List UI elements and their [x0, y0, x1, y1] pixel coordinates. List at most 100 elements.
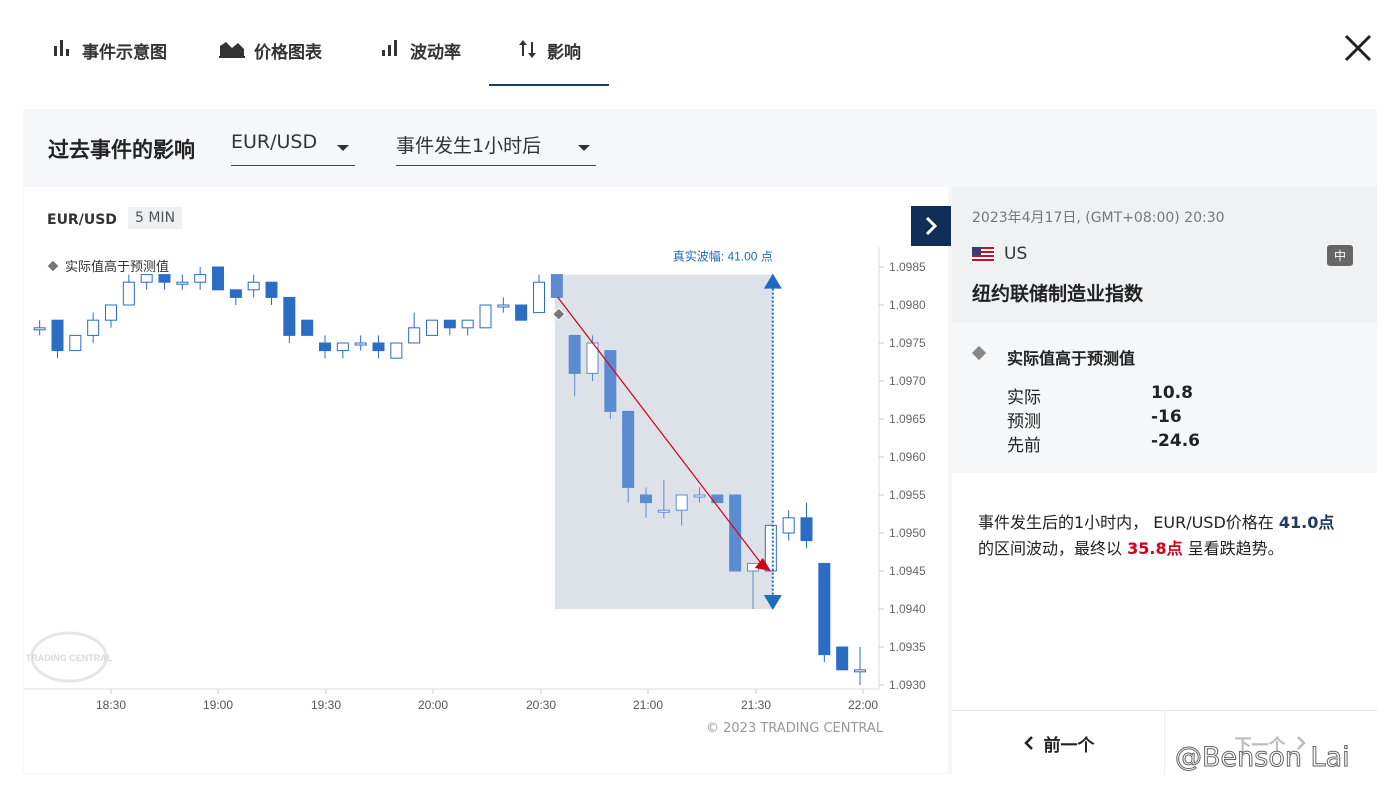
candle-body [764, 524, 777, 572]
event-country: US [1004, 244, 1028, 264]
previous-label: 先前 [1007, 436, 1041, 456]
chevron-right-icon [925, 216, 938, 236]
candle-body [479, 304, 492, 329]
move-points: 35.8点 [1127, 539, 1183, 558]
candle-body [693, 494, 706, 498]
tab-label: 价格图表 [254, 43, 322, 63]
diamond-icon [971, 345, 987, 361]
tab-price-chart[interactable]: 价格图表 [218, 38, 322, 84]
toggle-sidebar-button[interactable] [911, 206, 951, 246]
x-tick-label: 20:30 [526, 698, 556, 712]
y-tick-label: 1.0980 [889, 298, 926, 312]
candle-body [212, 266, 224, 291]
logo-text: TRADING CENTRAL [26, 653, 113, 663]
copyright-text: © 2023 TRADING CENTRAL [706, 721, 884, 736]
y-tick-label: 1.0950 [889, 526, 926, 540]
legend-label: 实际值高于预测值 [65, 259, 169, 275]
event-datetime: 2023年4月17日, (GMT+08:00) 20:30 [972, 210, 1225, 226]
time-select-value: 事件发生1小时后 [396, 135, 542, 157]
y-tick-label: 1.0940 [889, 602, 926, 616]
candle-body [283, 296, 296, 336]
candle-body [622, 410, 635, 488]
x-tick-label: 21:00 [633, 698, 663, 712]
candle-body [194, 274, 207, 283]
candle-body [800, 517, 813, 542]
desc-part: 事件发生后的1小时内， EUR/USD价格在 [978, 513, 1279, 532]
y-tick-label: 1.0930 [889, 678, 926, 692]
candle-body [87, 319, 100, 336]
x-tick-label: 21:30 [741, 698, 771, 712]
candle-body [515, 304, 528, 321]
candle-body [729, 494, 742, 572]
candle-body [443, 319, 456, 329]
event-details: 2023年4月17日, (GMT+08:00) 20:30 US 中 纽约联储制… [952, 187, 1377, 775]
candle-body [836, 646, 849, 671]
event-name: 纽约联储制造业指数 [972, 283, 1144, 305]
actual-label: 实际 [1007, 388, 1041, 408]
candle-body [640, 494, 652, 504]
candle-body [247, 281, 260, 291]
chevron-left-icon [1023, 736, 1033, 750]
candle-body [354, 342, 367, 346]
y-tick-label: 1.0965 [889, 412, 926, 426]
impact-panel: 过去事件的影响 EUR/USD 事件发生1小时后 EUR/USD 5 MIN 1… [23, 109, 1377, 775]
candle-body [33, 327, 46, 331]
close-icon[interactable] [1340, 30, 1376, 66]
impact-description: 事件发生后的1小时内， EUR/USD价格在 41.0点 的区间波动，最终以 35… [978, 510, 1363, 562]
previous-button[interactable]: 前一个 [952, 711, 1165, 775]
tab-label: 波动率 [410, 43, 461, 63]
x-tick-label: 19:00 [203, 698, 233, 712]
candle-body [657, 509, 670, 513]
bar-chart-icon [54, 40, 69, 56]
y-tick-label: 1.0955 [889, 488, 926, 502]
y-tick-label: 1.0935 [889, 640, 926, 654]
panel-title: 过去事件的影响 [48, 138, 195, 162]
candle-body [782, 517, 795, 534]
candle-body [51, 319, 64, 352]
y-tick-label: 1.0975 [889, 336, 926, 350]
y-tick-label: 1.0945 [889, 564, 926, 578]
event-header: 2023年4月17日, (GMT+08:00) 20:30 US 中 纽约联储制… [952, 187, 1377, 323]
candle-body [604, 350, 617, 412]
up-down-arrows-icon [519, 40, 536, 58]
watermark-text: @Benson Lai [1175, 742, 1351, 774]
candle-body [122, 281, 135, 306]
chevron-down-icon [578, 145, 590, 151]
range-label: 真实波幅: 41.00 点 [673, 249, 773, 264]
x-tick-label: 18:30 [96, 698, 126, 712]
y-tick-label: 1.0970 [889, 374, 926, 388]
importance-badge: 中 [1327, 245, 1354, 266]
candle-body [140, 274, 153, 283]
candle-body [176, 281, 189, 285]
event-values: 实际值高于预测值 实际 10.8 预测 -16 先前 -24.6 [952, 323, 1377, 473]
candle-body [229, 289, 242, 298]
candle-body [550, 274, 563, 298]
candle-body [818, 562, 831, 656]
tab-impact[interactable]: 影响 [489, 38, 609, 86]
actual-value: 10.8 [1151, 383, 1193, 403]
x-tick-label: 20:00 [418, 698, 448, 712]
previous-label: 前一个 [1043, 735, 1095, 756]
candle-body [372, 342, 385, 352]
pair-select[interactable]: EUR/USD [231, 131, 355, 166]
candle-body [426, 319, 438, 336]
desc-part: 的区间波动，最终以 [978, 539, 1128, 558]
area-chart-icon [219, 42, 245, 58]
tab-volatility[interactable]: 波动率 [380, 38, 461, 84]
tab-event-diagram[interactable]: 事件示意图 [52, 38, 167, 84]
x-tick-label: 22:00 [848, 698, 878, 712]
candle-body [265, 281, 278, 298]
candle-body [497, 304, 510, 308]
tab-label: 事件示意图 [82, 43, 167, 63]
candle-body [854, 669, 866, 673]
us-flag-icon [972, 247, 994, 262]
candle-body [390, 342, 403, 359]
tab-bar: 事件示意图 价格图表 波动率 影响 [0, 0, 1397, 100]
chart-area: EUR/USD 5 MIN 1.0985 1.0980 1.0975 1.0970 1.… [24, 187, 948, 773]
candle-body [533, 281, 545, 314]
time-select[interactable]: 事件发生1小时后 [396, 131, 596, 166]
candle-body [158, 274, 171, 283]
legend-diamond-icon [46, 259, 60, 273]
y-tick-label: 1.0960 [889, 450, 926, 464]
candle-body [319, 342, 331, 352]
